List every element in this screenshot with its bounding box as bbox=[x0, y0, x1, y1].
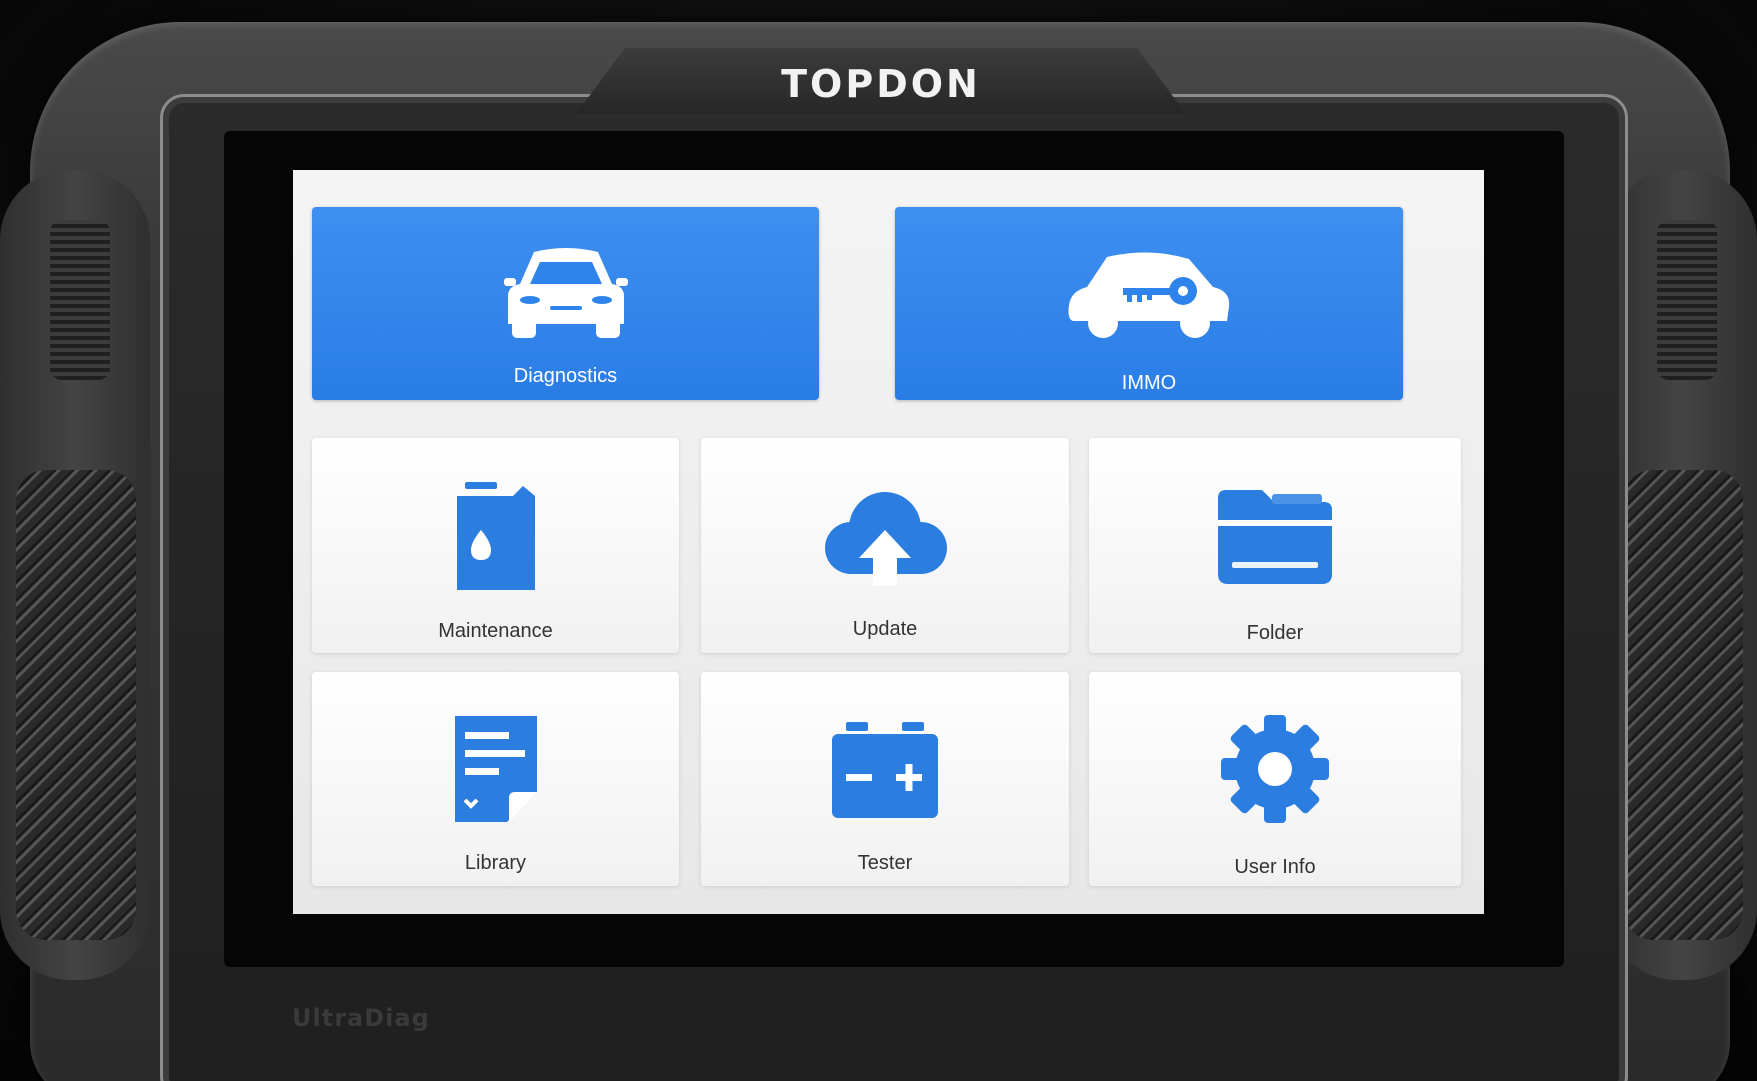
diagnostics-tile[interactable]: Diagnostics bbox=[312, 207, 819, 400]
right-bumper bbox=[1607, 170, 1757, 980]
maintenance-tile[interactable]: Maintenance bbox=[312, 438, 679, 653]
immo-tile[interactable]: IMMO bbox=[895, 207, 1403, 400]
folder-tile[interactable]: Folder bbox=[1089, 438, 1461, 653]
user-info-tile[interactable]: User Info bbox=[1089, 672, 1461, 886]
library-label: Library bbox=[464, 852, 527, 874]
update-label: Update bbox=[852, 618, 918, 640]
car-key-icon bbox=[895, 249, 1403, 341]
diagnostics-label: Diagnostics bbox=[513, 365, 618, 387]
maintenance-label: Maintenance bbox=[438, 620, 553, 642]
oil-can-icon bbox=[312, 482, 679, 594]
home-screen: Diagnostics IMMO Maintenance Update Fold… bbox=[293, 170, 1484, 914]
left-bumper bbox=[0, 170, 150, 980]
battery-icon bbox=[701, 722, 1069, 818]
document-icon bbox=[312, 716, 679, 824]
user-info-label: User Info bbox=[1234, 856, 1316, 878]
cloud-upload-icon bbox=[701, 488, 1069, 588]
folder-icon bbox=[1089, 490, 1461, 584]
car-icon bbox=[312, 242, 819, 342]
library-tile[interactable]: Library bbox=[312, 672, 679, 886]
immo-label: IMMO bbox=[1121, 372, 1177, 394]
tester-tile[interactable]: Tester bbox=[701, 672, 1069, 886]
update-tile[interactable]: Update bbox=[701, 438, 1069, 653]
left-ridges bbox=[16, 470, 136, 940]
device-scene: TOPDON UltraDiag Diagnostics IMMO Mainte… bbox=[0, 0, 1757, 1081]
folder-label: Folder bbox=[1246, 622, 1304, 644]
left-grip bbox=[50, 220, 110, 380]
right-ridges bbox=[1623, 470, 1743, 940]
brand-logo: TOPDON bbox=[781, 62, 981, 106]
tester-label: Tester bbox=[857, 852, 913, 874]
model-mark: UltraDiag bbox=[292, 1004, 430, 1032]
right-grip bbox=[1657, 220, 1717, 380]
gear-icon bbox=[1089, 714, 1461, 824]
